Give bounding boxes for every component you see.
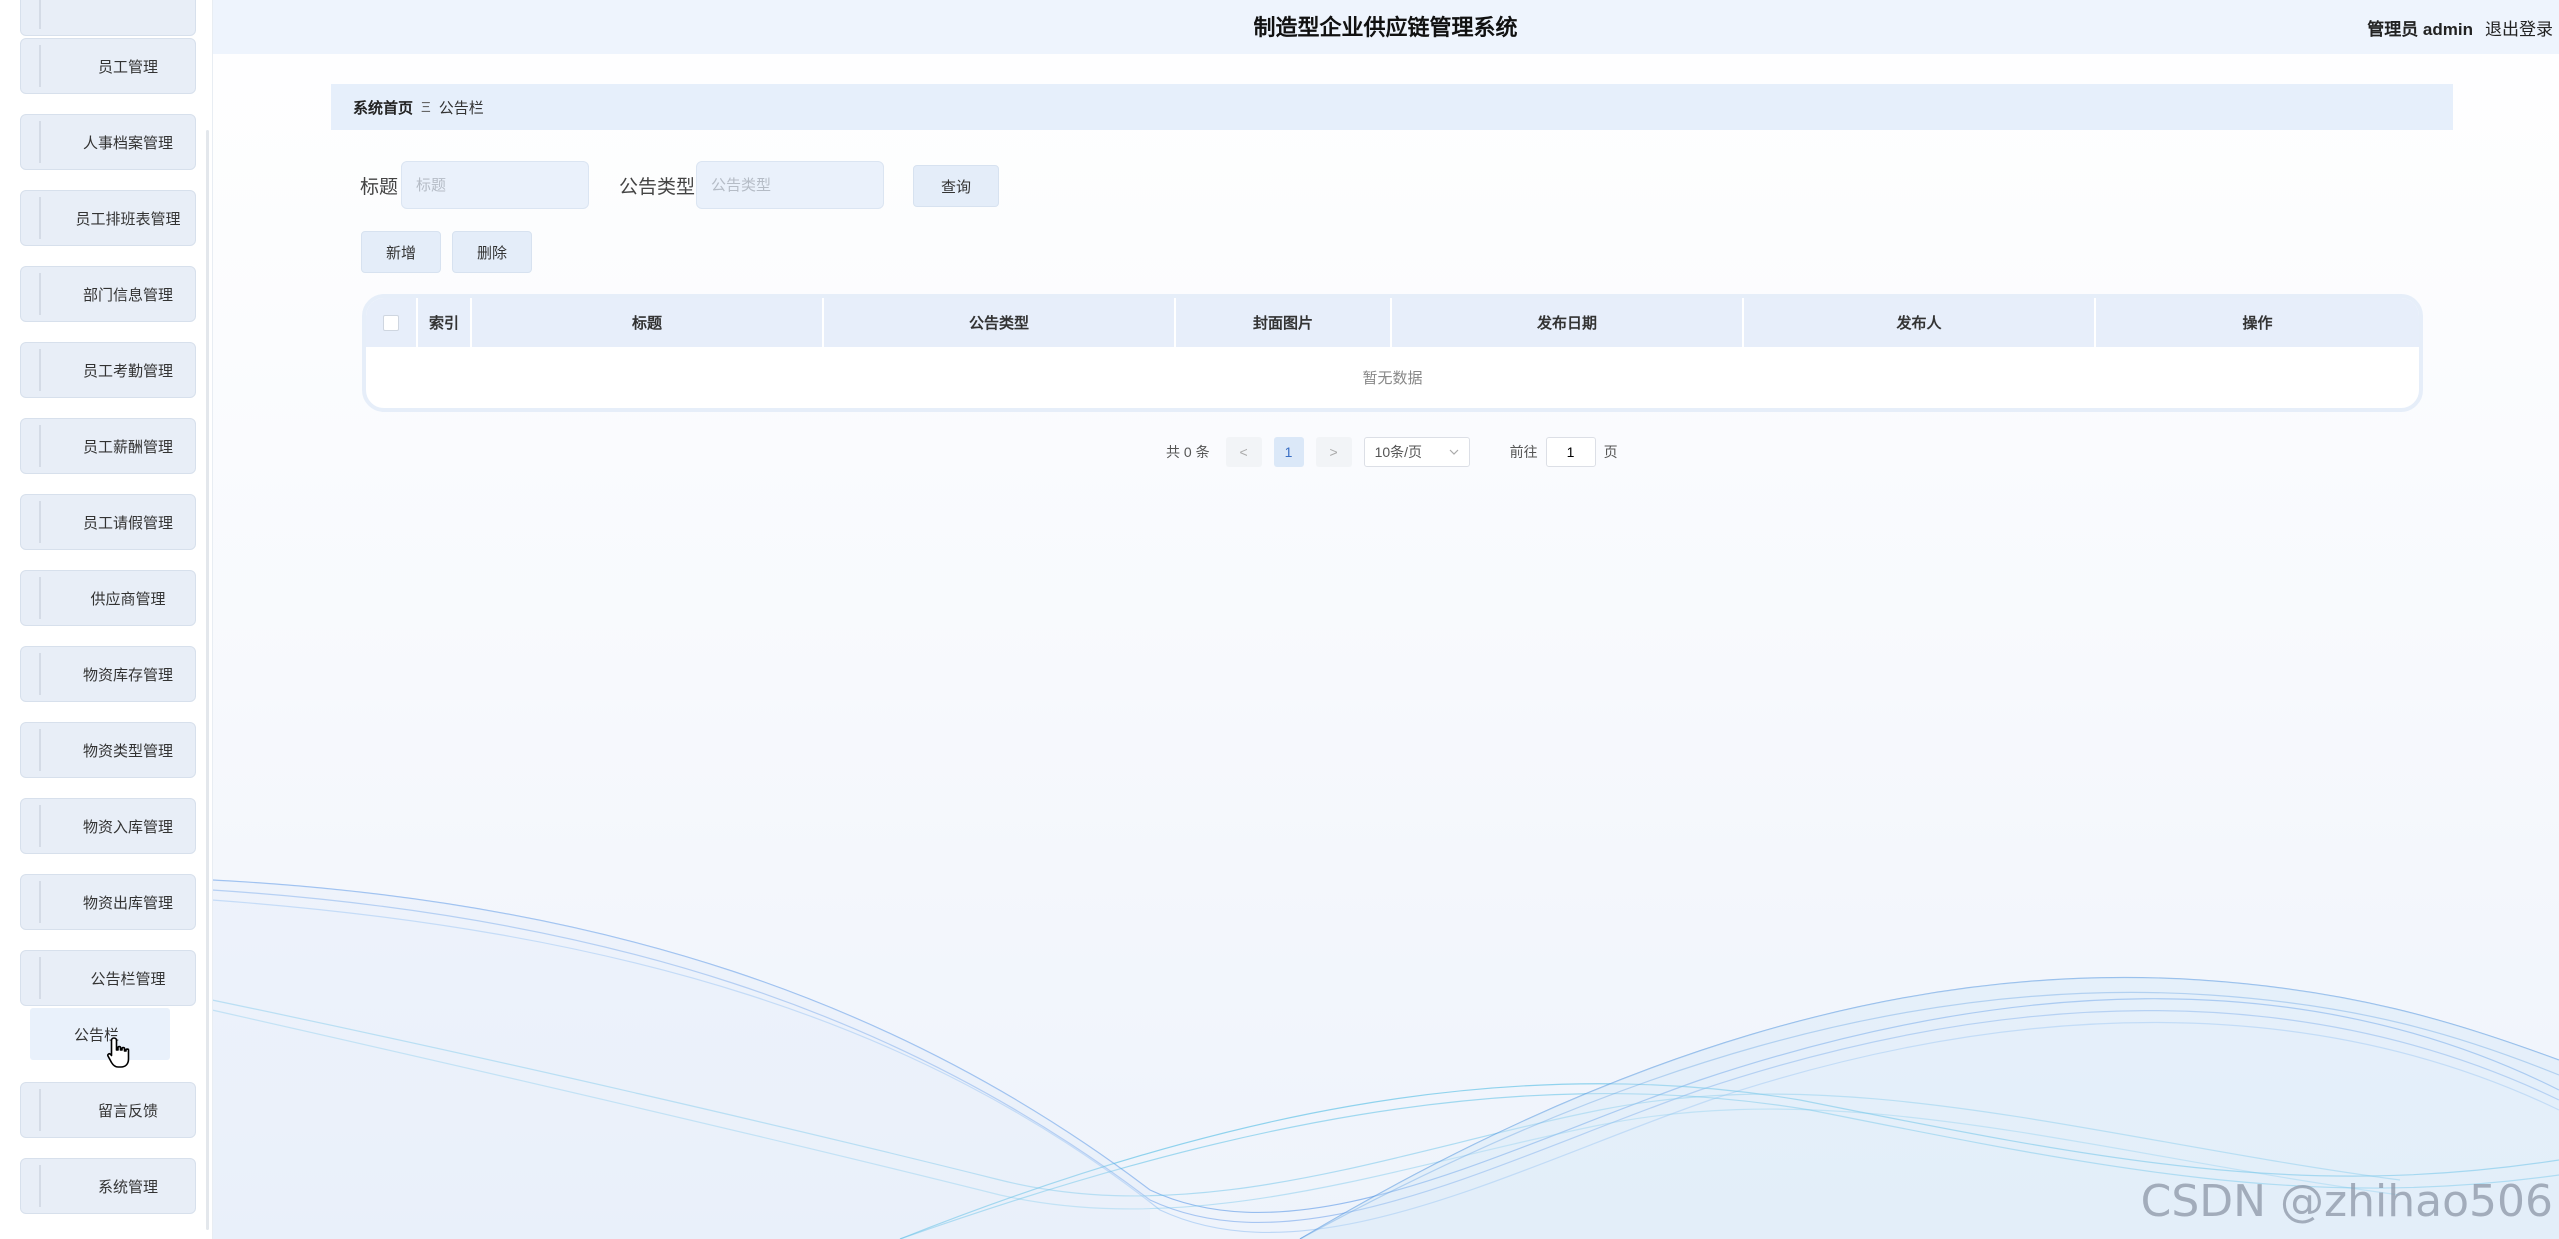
- goto-label: 前往: [1509, 444, 1538, 460]
- pagination-total: 共 0 条: [1166, 444, 1210, 460]
- sidebar-item-hr-files[interactable]: 人事档案管理: [20, 114, 196, 170]
- sidebar-item-supplier[interactable]: 供应商管理: [20, 570, 196, 626]
- prev-page-button[interactable]: <: [1225, 437, 1262, 467]
- sidebar-item-label: 员工考勤管理: [82, 362, 173, 380]
- column-header: 发布人: [1744, 298, 2096, 347]
- sidebar-item-label: 员工排班表管理: [75, 210, 181, 228]
- column-header: 公告类型: [824, 298, 1176, 347]
- sidebar-item-system[interactable]: 系统管理: [20, 1158, 196, 1214]
- add-button[interactable]: 新增: [361, 231, 441, 273]
- sidebar-item-attendance[interactable]: 员工考勤管理: [20, 342, 196, 398]
- column-header: 操作: [2242, 315, 2273, 332]
- sidebar-item-label: 人事档案管理: [82, 134, 173, 152]
- delete-button[interactable]: 删除: [452, 231, 532, 273]
- logout-link[interactable]: 退出登录: [2485, 15, 2553, 40]
- sidebar-item-leave[interactable]: 员工请假管理: [20, 494, 196, 550]
- column-header: 标题: [472, 298, 824, 347]
- sidebar-item-label: 物资出库管理: [82, 894, 173, 912]
- sidebar-item-feedback[interactable]: 留言反馈: [20, 1082, 196, 1138]
- sidebar-item-label: 员工薪酬管理: [82, 438, 173, 456]
- select-all-cell: [366, 298, 418, 347]
- table-header: 索引 标题 公告类型 封面图片 发布日期 发布人 操作: [366, 298, 2419, 347]
- sidebar-item-salary[interactable]: 员工薪酬管理: [20, 418, 196, 474]
- column-header: 发布日期: [1392, 298, 1744, 347]
- sidebar-item-label: 供应商管理: [90, 590, 166, 608]
- hand-cursor-icon: [107, 1037, 130, 1068]
- top-header: 制造型企业供应链管理系统 管理员 admin 退出登录: [212, 0, 2559, 54]
- sidebar-item-stock-out[interactable]: 物资出库管理: [20, 874, 196, 930]
- page-size-value: 10条/页: [1374, 444, 1423, 460]
- type-search-input[interactable]: [696, 161, 884, 209]
- sidebar-item-label: 员工请假管理: [82, 514, 173, 532]
- column-header: 封面图片: [1176, 298, 1392, 347]
- sidebar-item-label: 物资入库管理: [82, 818, 173, 836]
- sidebar-item-label: 留言反馈: [97, 1102, 158, 1120]
- sidebar-subitem-notice-board[interactable]: 公告栏: [30, 1008, 170, 1060]
- sidebar-item-material-type[interactable]: 物资类型管理: [20, 722, 196, 778]
- sidebar-item-label: 公告栏管理: [90, 970, 166, 988]
- sidebar-item-label: 系统管理: [97, 1178, 158, 1196]
- breadcrumb: 系统首页 Ξ 公告栏: [331, 84, 2453, 130]
- page-unit-label: 页: [1603, 444, 1618, 460]
- sidebar-item-label: 部门信息管理: [82, 286, 173, 304]
- current-user: 管理员 admin: [2367, 20, 2473, 39]
- sidebar-item-stock-in[interactable]: 物资入库管理: [20, 798, 196, 854]
- app-root: 员工管理 人事档案管理 员工排班表管理 部门信息管理 员工考勤管理 员工薪酬管理…: [0, 0, 2559, 1239]
- system-title: 制造型企业供应链管理系统: [1253, 15, 1518, 40]
- page-size-select[interactable]: 10条/页: [1363, 437, 1470, 467]
- column-header: 索引: [418, 298, 472, 347]
- breadcrumb-current: 公告栏: [438, 99, 484, 117]
- sidebar-item-employee[interactable]: 员工管理: [20, 38, 196, 94]
- sidebar-item-label: 员工管理: [97, 58, 158, 76]
- title-search-input[interactable]: [401, 161, 589, 209]
- watermark: CSDN @zhihao506: [2140, 1176, 2553, 1227]
- pagination: 共 0 条 < 1 > 10条/页 前往 页: [1166, 437, 1618, 467]
- sidebar-item-notice[interactable]: 公告栏管理: [20, 950, 196, 1006]
- query-button[interactable]: 查询: [913, 165, 999, 207]
- sidebar-item-schedule[interactable]: 员工排班表管理: [20, 190, 196, 246]
- title-filter-label: 标题: [360, 177, 399, 198]
- type-filter-label: 公告类型: [619, 177, 696, 198]
- notice-table: 索引 标题 公告类型 封面图片 发布日期 发布人 操作 暂无数据: [362, 294, 2423, 412]
- sidebar-item-top[interactable]: [20, 0, 196, 36]
- page-number-1[interactable]: 1: [1273, 437, 1304, 467]
- chevron-down-icon: [1449, 449, 1459, 455]
- sidebar-item-inventory[interactable]: 物资库存管理: [20, 646, 196, 702]
- header-user-area: 管理员 admin 退出登录: [2367, 15, 2553, 40]
- breadcrumb-separator: Ξ: [421, 98, 431, 116]
- select-all-checkbox[interactable]: [383, 314, 399, 331]
- sidebar-scrollbar[interactable]: [206, 130, 209, 1230]
- next-page-button[interactable]: >: [1315, 437, 1352, 467]
- sidebar-item-label: 物资库存管理: [82, 666, 173, 684]
- goto-page-input[interactable]: [1545, 437, 1596, 467]
- empty-state-text: 暂无数据: [1362, 370, 1423, 387]
- breadcrumb-home[interactable]: 系统首页: [353, 97, 413, 118]
- sidebar-item-department[interactable]: 部门信息管理: [20, 266, 196, 322]
- sidebar-item-label: 物资类型管理: [82, 742, 173, 760]
